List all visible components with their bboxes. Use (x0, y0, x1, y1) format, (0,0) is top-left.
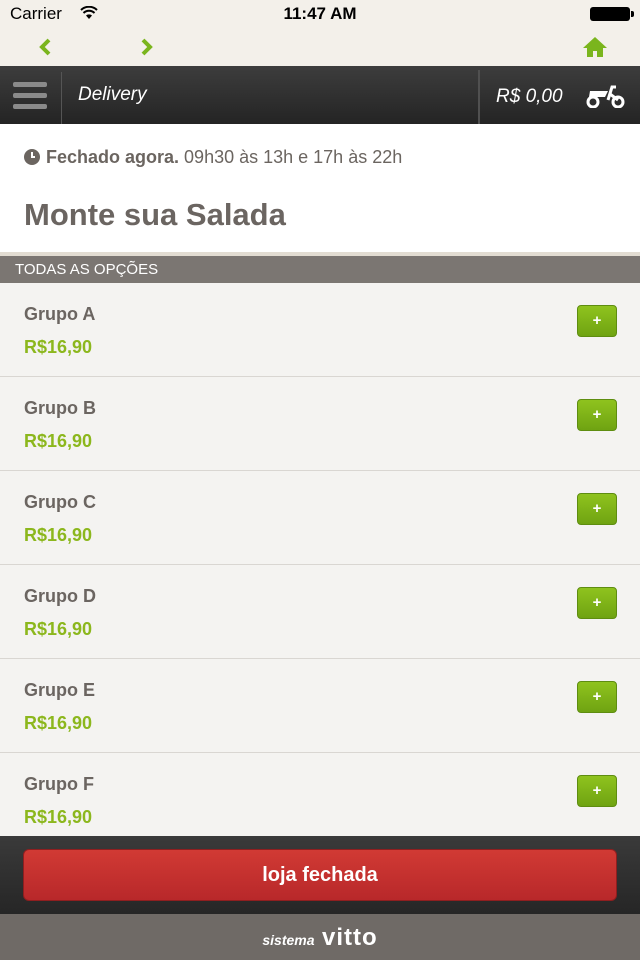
brand-bar: sistema vitto (0, 914, 640, 960)
brand-logo: sistema vitto (0, 924, 640, 952)
list-item[interactable]: Grupo D R$16,90 + (0, 565, 640, 659)
store-status: Fechado agora. (46, 147, 180, 167)
header-divider (61, 72, 62, 124)
cart-total[interactable]: R$ 0,00 (496, 86, 563, 108)
item-name: Grupo C (24, 492, 96, 512)
section-title: TODAS AS OPÇÕES (15, 261, 159, 278)
add-button[interactable]: + (577, 305, 617, 337)
list-item[interactable]: Grupo A R$16,90 + (0, 283, 640, 377)
add-button[interactable]: + (577, 399, 617, 431)
status-time: 11:47 AM (283, 4, 357, 23)
brand-name: vitto (321, 924, 378, 951)
store-closed-button[interactable]: loja fechada (23, 849, 617, 901)
add-button[interactable]: + (577, 493, 617, 525)
browser-nav (0, 28, 640, 66)
add-button[interactable]: + (577, 775, 617, 807)
header-title: Delivery (78, 84, 147, 105)
clock-icon (24, 149, 40, 165)
add-button[interactable]: + (577, 587, 617, 619)
scooter-icon[interactable] (586, 84, 626, 108)
back-arrow-icon (39, 38, 51, 56)
footer-bar: loja fechada (0, 836, 640, 914)
item-name: Grupo E (24, 680, 95, 700)
item-price: R$16,90 (24, 525, 93, 545)
forward-button[interactable] (132, 32, 162, 62)
battery-icon (590, 7, 634, 21)
options-list: Grupo A R$16,90 + Grupo B R$16,90 + Grup… (0, 283, 640, 847)
list-item[interactable]: Grupo B R$16,90 + (0, 377, 640, 471)
item-price: R$16,90 (24, 807, 93, 827)
menu-icon[interactable] (0, 66, 60, 124)
item-price: R$16,90 (24, 713, 93, 733)
list-item[interactable]: Grupo C R$16,90 + (0, 471, 640, 565)
brand-small: sistema (262, 932, 315, 948)
add-button[interactable]: + (577, 681, 617, 713)
item-name: Grupo F (24, 774, 94, 794)
section-header: TODAS AS OPÇÕES (0, 256, 640, 283)
list-item[interactable]: Grupo F R$16,90 + (0, 753, 640, 847)
item-price: R$16,90 (24, 619, 93, 639)
item-name: Grupo A (24, 304, 96, 324)
status-bar: Carrier 11:47 AM (0, 0, 640, 28)
item-price: R$16,90 (24, 431, 93, 451)
store-hours-text: 09h30 às 13h e 17h às 22h (184, 147, 403, 167)
app-header: Delivery R$ 0,00 (0, 66, 640, 124)
item-name: Grupo B (24, 398, 96, 418)
item-name: Grupo D (24, 586, 96, 606)
store-hours: Fechado agora. 09h30 às 13h e 17h às 22h (24, 147, 402, 168)
back-button[interactable] (30, 32, 60, 62)
store-info: Fechado agora. 09h30 às 13h e 17h às 22h… (0, 124, 640, 252)
forward-arrow-icon (141, 38, 153, 56)
header-divider (478, 70, 480, 124)
home-button[interactable] (580, 32, 610, 62)
list-item[interactable]: Grupo E R$16,90 + (0, 659, 640, 753)
item-price: R$16,90 (24, 337, 93, 357)
home-icon (583, 37, 607, 57)
page-title: Monte sua Salada (24, 197, 286, 232)
